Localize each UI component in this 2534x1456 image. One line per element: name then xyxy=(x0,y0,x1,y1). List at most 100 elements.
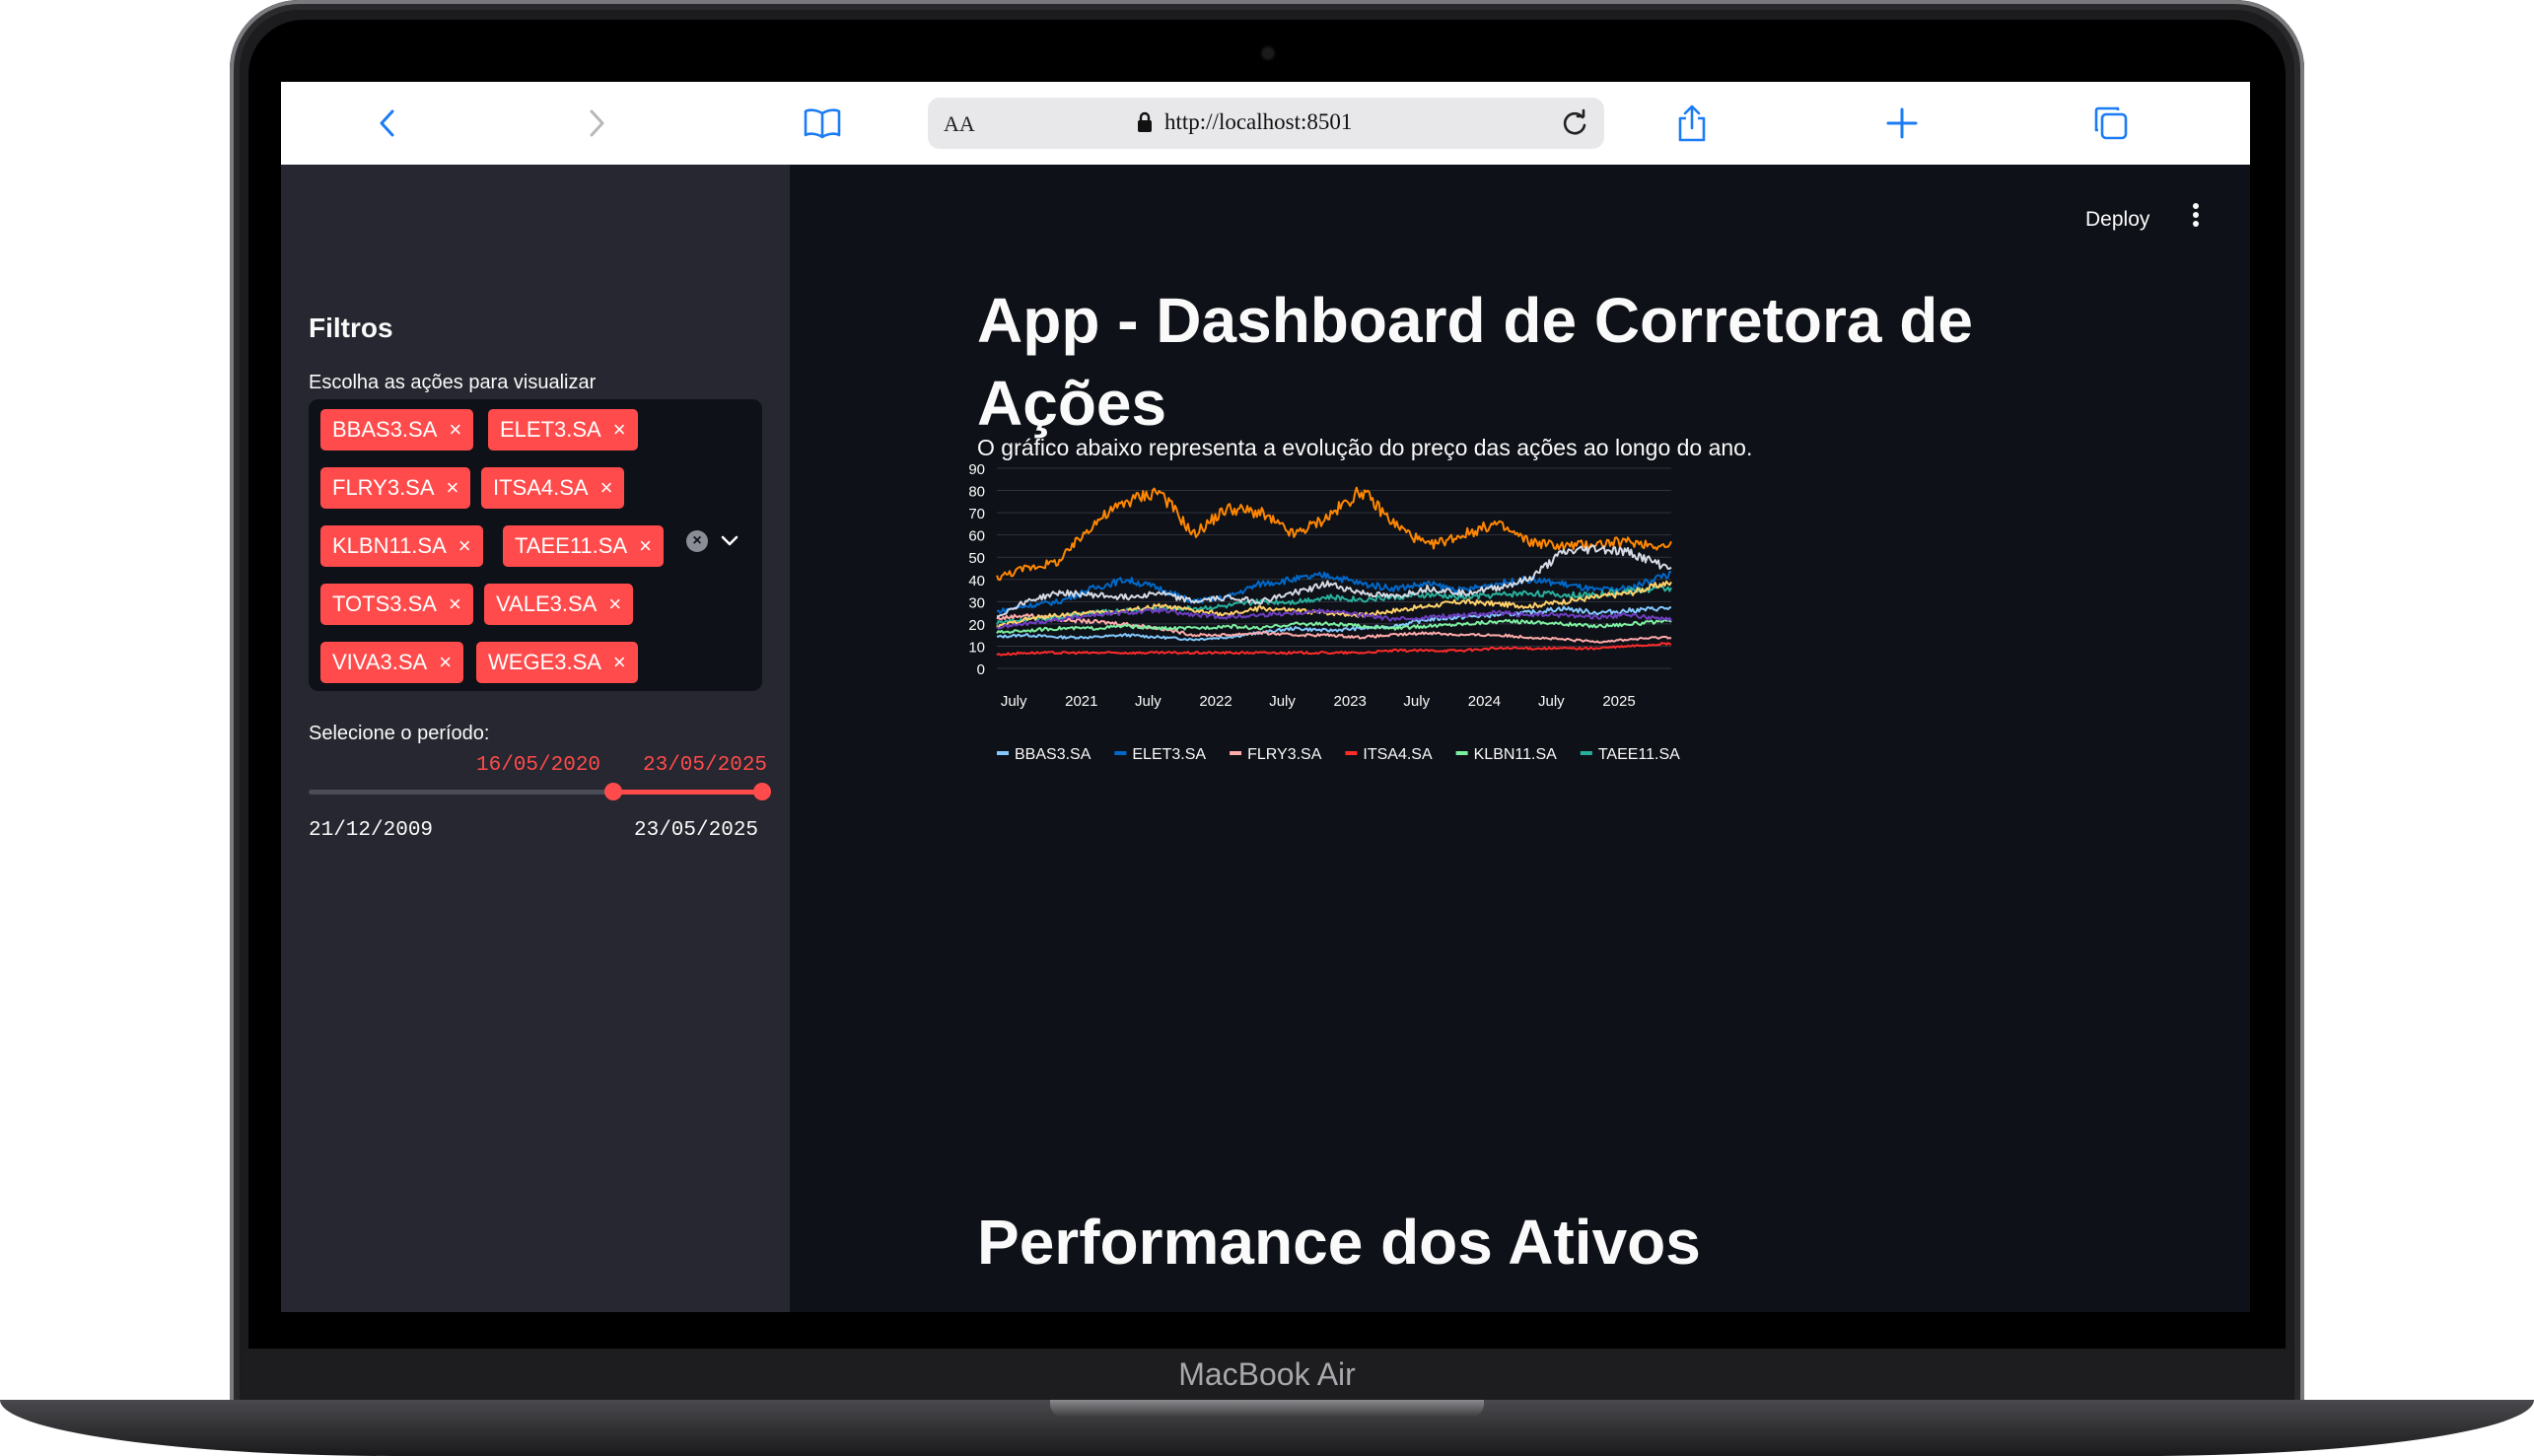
slider-fill xyxy=(613,790,762,795)
series-line-elet3-sa xyxy=(996,570,1672,614)
laptop-notch xyxy=(1050,1400,1484,1418)
stock-tag[interactable]: FLRY3.SA × xyxy=(320,467,471,509)
tag-label: VALE3.SA xyxy=(496,591,598,616)
price-line-chart[interactable]: 0 10 20 30 40 50 60 70 80 90 July 2021 July 2022 July 2… xyxy=(951,456,2066,792)
screen: AA http://localhost:8501 Filtros Escolha… xyxy=(281,82,2250,1312)
clear-all-icon[interactable]: × xyxy=(686,530,708,552)
back-button[interactable] xyxy=(366,102,409,145)
stocks-label: Escolha as ações para visualizar xyxy=(309,372,597,393)
x-tick-label: July xyxy=(1135,693,1161,710)
series-line-taee11-sa xyxy=(996,585,1672,626)
close-icon[interactable]: × xyxy=(608,584,621,625)
tag-label: ELET3.SA xyxy=(500,417,601,442)
stock-tag[interactable]: TOTS3.SA × xyxy=(320,584,473,625)
close-icon[interactable]: × xyxy=(639,525,652,567)
close-icon[interactable]: × xyxy=(613,409,626,451)
y-tick-label: 0 xyxy=(977,661,985,678)
share-button[interactable] xyxy=(1670,102,1714,145)
tag-label: BBAS3.SA xyxy=(332,417,438,442)
close-icon[interactable]: × xyxy=(600,467,613,509)
tag-label: FLRY3.SA xyxy=(332,475,435,500)
close-icon[interactable]: × xyxy=(458,525,471,567)
share-icon xyxy=(1678,104,1706,142)
series-line-itsa4-sa xyxy=(996,642,1672,657)
y-tick-label: 60 xyxy=(968,528,985,545)
series-line-vale3-sa xyxy=(996,486,1672,582)
y-tick-label: 10 xyxy=(968,639,985,656)
y-tick-label: 70 xyxy=(968,506,985,522)
y-tick-label: 90 xyxy=(968,461,985,478)
x-tick-label: 2022 xyxy=(1199,693,1232,710)
tag-label: TAEE11.SA xyxy=(515,533,628,558)
period-label: Selecione o período: xyxy=(309,723,490,744)
x-tick-label: July xyxy=(1538,693,1565,710)
series-line-wege3-sa xyxy=(997,544,1672,618)
text-size-button[interactable]: AA xyxy=(944,111,975,137)
main-menu-icon[interactable] xyxy=(2190,202,2202,228)
legend-item: KLBN11.SA xyxy=(1474,746,1558,763)
legend-item: TAEE11.SA xyxy=(1598,746,1680,763)
address-bar[interactable]: AA http://localhost:8501 xyxy=(928,98,1604,149)
stock-tag[interactable]: ELET3.SA × xyxy=(488,409,638,451)
deploy-button[interactable]: Deploy xyxy=(2085,208,2149,232)
x-tick-label: 2023 xyxy=(1334,693,1367,710)
page-title: App - Dashboard de Corretora de Ações xyxy=(977,285,1973,439)
range-min-label: 21/12/2009 xyxy=(309,819,434,842)
section-title: Performance dos Ativos xyxy=(977,1207,1701,1278)
stock-tag[interactable]: TAEE11.SA × xyxy=(503,525,664,567)
tag-label: ITSA4.SA xyxy=(493,475,589,500)
x-tick-label: July xyxy=(1269,693,1296,710)
period-start-value: 16/05/2020 xyxy=(476,754,601,777)
x-tick-label: 2025 xyxy=(1602,693,1635,710)
x-tick-label: 2021 xyxy=(1065,693,1097,710)
close-icon[interactable]: × xyxy=(439,642,452,683)
lock-icon xyxy=(1138,111,1152,132)
bookmarks-button[interactable] xyxy=(801,102,844,145)
stock-tag[interactable]: WEGE3.SA × xyxy=(476,642,638,683)
x-tick-label: 2024 xyxy=(1468,693,1501,710)
camera-icon xyxy=(1262,47,1274,59)
close-icon[interactable]: × xyxy=(613,642,626,683)
forward-button[interactable] xyxy=(575,102,618,145)
reload-icon xyxy=(1563,108,1586,135)
y-tick-label: 40 xyxy=(968,573,985,589)
close-icon[interactable]: × xyxy=(447,467,459,509)
stock-tag[interactable]: VALE3.SA × xyxy=(484,584,634,625)
x-tick-label: July xyxy=(1403,693,1430,710)
stock-tag[interactable]: ITSA4.SA × xyxy=(481,467,625,509)
sidebar: Filtros Escolha as ações para visualizar… xyxy=(281,165,790,1312)
y-tick-label: 30 xyxy=(968,594,985,611)
legend-item: ELET3.SA xyxy=(1132,746,1206,763)
new-tab-button[interactable] xyxy=(1880,102,1924,145)
y-tick-label: 20 xyxy=(968,617,985,634)
stock-tag[interactable]: VIVA3.SA × xyxy=(320,642,464,683)
tag-label: TOTS3.SA xyxy=(332,591,437,616)
period-end-value: 23/05/2025 xyxy=(643,754,768,777)
chevron-right-icon xyxy=(590,109,604,137)
stock-tag[interactable]: BBAS3.SA × xyxy=(320,409,474,451)
legend-item: FLRY3.SA xyxy=(1247,746,1322,763)
range-max-label: 23/05/2025 xyxy=(634,819,759,842)
stocks-multiselect[interactable]: BBAS3.SA × ELET3.SA × FLRY3.SA × ITSA4.SA × … xyxy=(309,399,762,691)
y-tick-label: 80 xyxy=(968,484,985,501)
plus-icon xyxy=(1886,107,1918,139)
period-slider[interactable] xyxy=(309,783,771,800)
y-tick-label: 50 xyxy=(968,550,985,567)
slider-start-handle[interactable] xyxy=(604,783,622,800)
book-icon xyxy=(804,108,841,139)
legend-item: ITSA4.SA xyxy=(1363,746,1433,763)
tabs-icon xyxy=(2094,106,2128,140)
legend-item: BBAS3.SA xyxy=(1015,746,1091,763)
stock-tag[interactable]: KLBN11.SA × xyxy=(320,525,483,567)
close-icon[interactable]: × xyxy=(449,409,461,451)
tabs-button[interactable] xyxy=(2089,102,2133,145)
chevron-left-icon xyxy=(380,109,394,137)
slider-end-handle[interactable] xyxy=(753,783,771,800)
tag-label: KLBN11.SA xyxy=(332,533,447,558)
x-tick-label: July xyxy=(1001,693,1027,710)
chevron-down-icon[interactable] xyxy=(721,527,739,553)
close-icon[interactable]: × xyxy=(449,584,461,625)
sidebar-title: Filtros xyxy=(309,312,393,343)
device-label: MacBook Air xyxy=(1178,1356,1356,1392)
browser-toolbar: AA http://localhost:8501 xyxy=(281,82,2250,165)
